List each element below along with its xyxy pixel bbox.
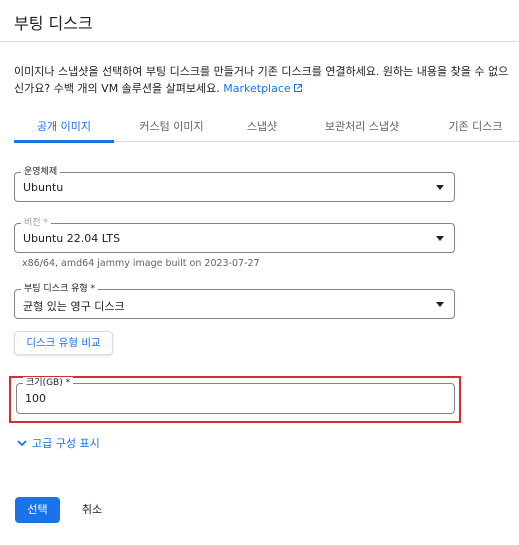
caret-down-icon xyxy=(436,185,444,190)
os-value: Ubuntu xyxy=(23,181,64,194)
tab-snapshots[interactable]: 스냅샷 xyxy=(232,112,292,142)
cancel-button[interactable]: 취소 xyxy=(72,497,112,523)
tab-existing-disks[interactable]: 기존 디스크 xyxy=(432,112,519,142)
image-source-tabs: 공개 이미지 커스텀 이미지 스냅샷 보관처리 스냅샷 기존 디스크 xyxy=(14,112,519,143)
advanced-label: 고급 구성 표시 xyxy=(32,437,100,450)
external-link-icon xyxy=(293,84,302,92)
size-field: 크기(GB) * xyxy=(16,377,455,414)
tab-label: 공개 이미지 xyxy=(36,120,92,133)
os-select[interactable]: 운영체제 Ubuntu xyxy=(14,166,455,202)
marketplace-link[interactable]: Marketplace xyxy=(223,82,302,95)
marketplace-link-label: Marketplace xyxy=(223,82,291,95)
version-select[interactable]: 버전 * Ubuntu 22.04 LTS xyxy=(14,217,455,253)
tab-label: 보관처리 스냅샷 xyxy=(324,120,400,133)
compare-disk-types-button[interactable]: 디스크 유형 비교 xyxy=(14,331,113,355)
tab-custom-images[interactable]: 커스텀 이미지 xyxy=(129,112,214,142)
os-label: 운영체제 xyxy=(21,166,61,178)
tab-label: 기존 디스크 xyxy=(448,120,503,133)
dialog-header: 부팅 디스크 xyxy=(0,0,519,42)
size-field-highlight: 크기(GB) * xyxy=(9,376,461,423)
dialog-title: 부팅 디스크 xyxy=(14,14,93,33)
select-button[interactable]: 선택 xyxy=(15,497,60,523)
version-value: Ubuntu 22.04 LTS xyxy=(23,232,121,245)
tab-archive-snapshots[interactable]: 보관처리 스냅샷 xyxy=(312,112,412,142)
size-label: 크기(GB) * xyxy=(23,377,74,389)
disk-type-label: 부팅 디스크 유형 * xyxy=(21,283,99,295)
boot-disk-type-select[interactable]: 부팅 디스크 유형 * 균형 있는 영구 디스크 xyxy=(14,283,455,319)
tab-label: 커스텀 이미지 xyxy=(139,120,204,133)
disk-type-value: 균형 있는 영구 디스크 xyxy=(23,300,125,313)
size-input[interactable] xyxy=(25,392,325,405)
show-advanced-config-link[interactable]: 고급 구성 표시 xyxy=(16,435,100,451)
version-label: 버전 * xyxy=(21,217,51,229)
caret-down-icon xyxy=(436,236,444,241)
tab-label: 스냅샷 xyxy=(246,120,278,133)
description: 이미지나 스냅샷을 선택하여 부팅 디스크를 만들거나 기존 디스크를 연결하세… xyxy=(14,63,509,97)
version-hint: x86/64, amd64 jammy image built on 2023-… xyxy=(22,258,260,269)
chevron-down-icon xyxy=(17,440,27,447)
caret-down-icon xyxy=(436,302,444,307)
tab-public-images[interactable]: 공개 이미지 xyxy=(14,112,114,143)
